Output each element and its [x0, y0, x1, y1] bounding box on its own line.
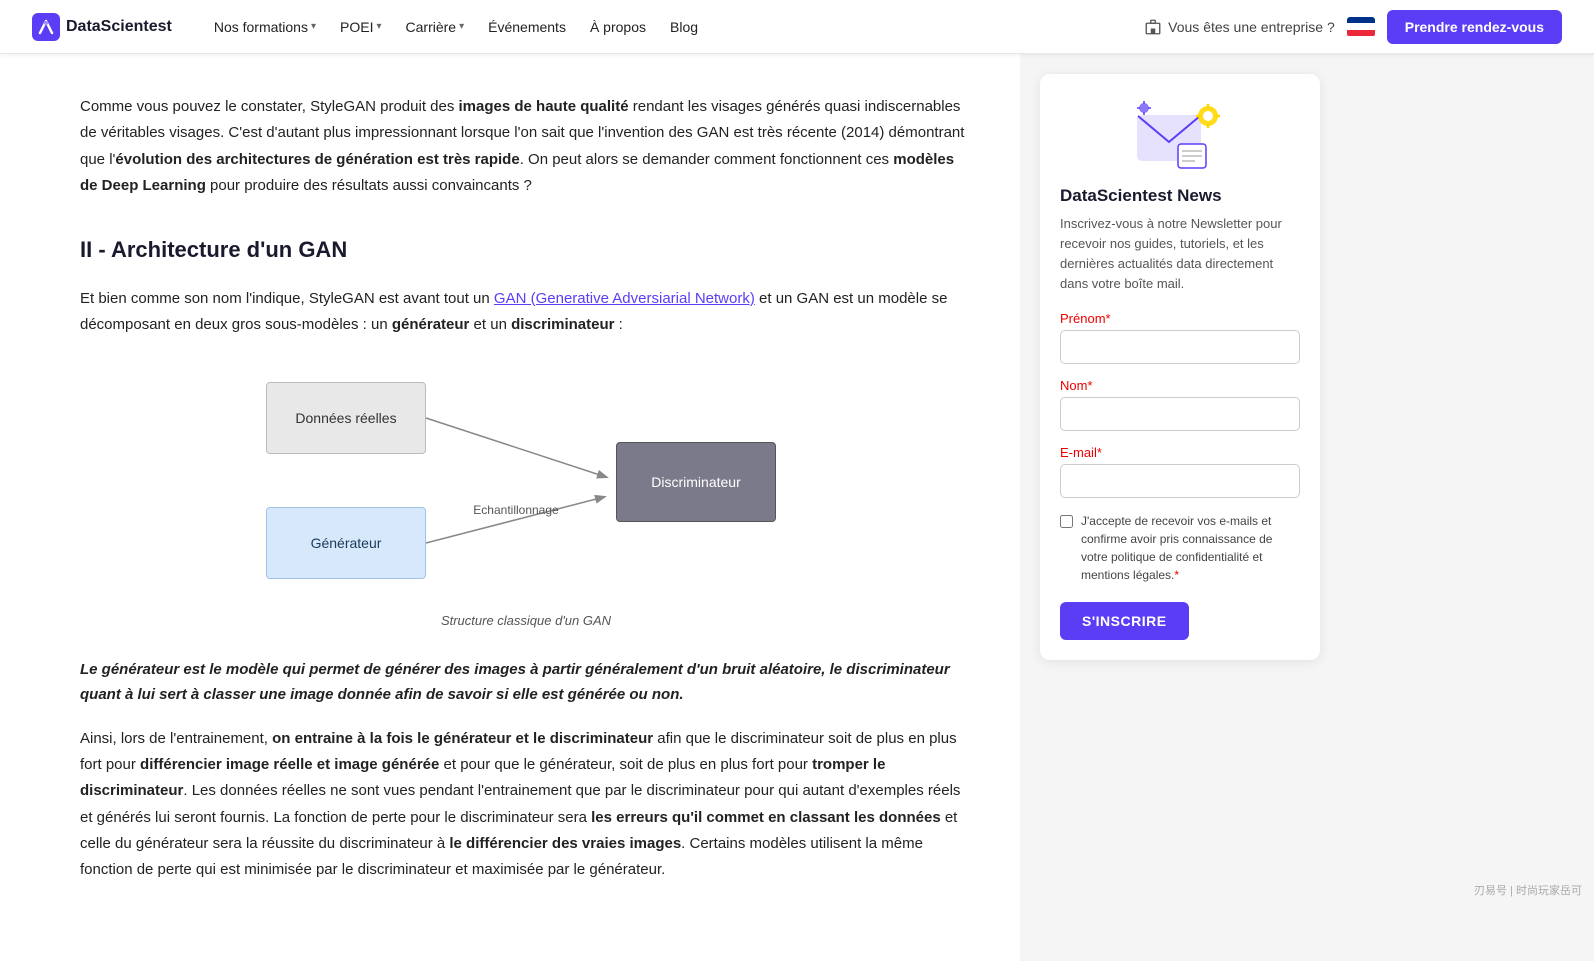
paragraph-1: Comme vous pouvez le constater, StyleGAN…	[80, 94, 972, 199]
diagram-area: Données réelles Générateur Discriminateu…	[246, 362, 806, 602]
nav-blog[interactable]: Blog	[660, 13, 708, 41]
consent-checkbox[interactable]	[1060, 515, 1073, 528]
logo-text: DataScientest	[66, 18, 172, 36]
nav-formations[interactable]: Nos formations ▾	[204, 13, 326, 41]
email-input[interactable]	[1060, 464, 1300, 498]
paragraph-2: Et bien comme son nom l'indique, StyleGA…	[80, 286, 972, 339]
nav-links: Nos formations ▾ POEI ▾ Carrière ▾ Événe…	[204, 13, 1144, 41]
newsletter-illustration	[1060, 94, 1300, 174]
cta-button[interactable]: Prendre rendez-vous	[1387, 10, 1562, 44]
watermark: 刃易号 | 时尚玩家岳可	[1474, 882, 1582, 898]
nom-group: Nom*	[1060, 378, 1300, 431]
gan-link[interactable]: GAN (Generative Adversiarial Network)	[494, 290, 755, 307]
language-flag[interactable]	[1347, 17, 1375, 37]
nav-evenements[interactable]: Événements	[478, 13, 576, 41]
gan-diagram: Données réelles Générateur Discriminateu…	[80, 362, 972, 633]
prenom-group: Prénom*	[1060, 311, 1300, 364]
section-heading: II - Architecture d'un GAN	[80, 231, 972, 270]
subscribe-button[interactable]: S'INSCRIRE	[1060, 602, 1189, 640]
svg-text:Echantillonnage: Echantillonnage	[473, 503, 559, 517]
box-discriminateur: Discriminateur	[616, 442, 776, 522]
newsletter-desc: Inscrivez-vous à notre Newsletter pour r…	[1060, 214, 1300, 295]
chevron-down-icon: ▾	[311, 21, 316, 32]
email-group: E-mail*	[1060, 445, 1300, 498]
newsletter-title: DataScientest News	[1060, 186, 1300, 206]
chevron-down-icon: ▾	[459, 21, 464, 32]
diagram-caption: Structure classique d'un GAN	[441, 610, 611, 633]
main-content: Comme vous pouvez le constater, StyleGAN…	[0, 54, 1020, 961]
navigation: DataScientest Nos formations ▾ POEI ▾ Ca…	[0, 0, 1594, 54]
prenom-input[interactable]	[1060, 330, 1300, 364]
consent-row: J'accepte de recevoir vos e-mails et con…	[1060, 512, 1300, 584]
page-wrapper: Comme vous pouvez le constater, StyleGAN…	[0, 54, 1594, 961]
box-donnees-reelles: Données réelles	[266, 382, 426, 454]
article-body: Comme vous pouvez le constater, StyleGAN…	[80, 94, 972, 883]
site-logo[interactable]: DataScientest	[32, 13, 172, 41]
consent-label: J'accepte de recevoir vos e-mails et con…	[1081, 512, 1300, 584]
newsletter-card: DataScientest News Inscrivez-vous à notr…	[1040, 74, 1320, 660]
box-generateur: Générateur	[266, 507, 426, 579]
nav-poei[interactable]: POEI ▾	[330, 13, 392, 41]
building-icon	[1144, 18, 1162, 36]
sidebar: DataScientest News Inscrivez-vous à notr…	[1020, 54, 1340, 961]
nav-apropos[interactable]: À propos	[580, 13, 656, 41]
enterprise-link[interactable]: Vous êtes une entreprise ?	[1144, 18, 1335, 36]
paragraph-3: Ainsi, lors de l'entrainement, on entrai…	[80, 726, 972, 884]
email-label: E-mail*	[1060, 445, 1300, 460]
nav-right: Vous êtes une entreprise ? Prendre rende…	[1144, 10, 1562, 44]
nav-carriere[interactable]: Carrière ▾	[396, 13, 475, 41]
nom-input[interactable]	[1060, 397, 1300, 431]
chevron-down-icon: ▾	[376, 21, 381, 32]
prenom-label: Prénom*	[1060, 311, 1300, 326]
blockquote: Le générateur est le modèle qui permet d…	[80, 657, 972, 708]
nom-label: Nom*	[1060, 378, 1300, 393]
